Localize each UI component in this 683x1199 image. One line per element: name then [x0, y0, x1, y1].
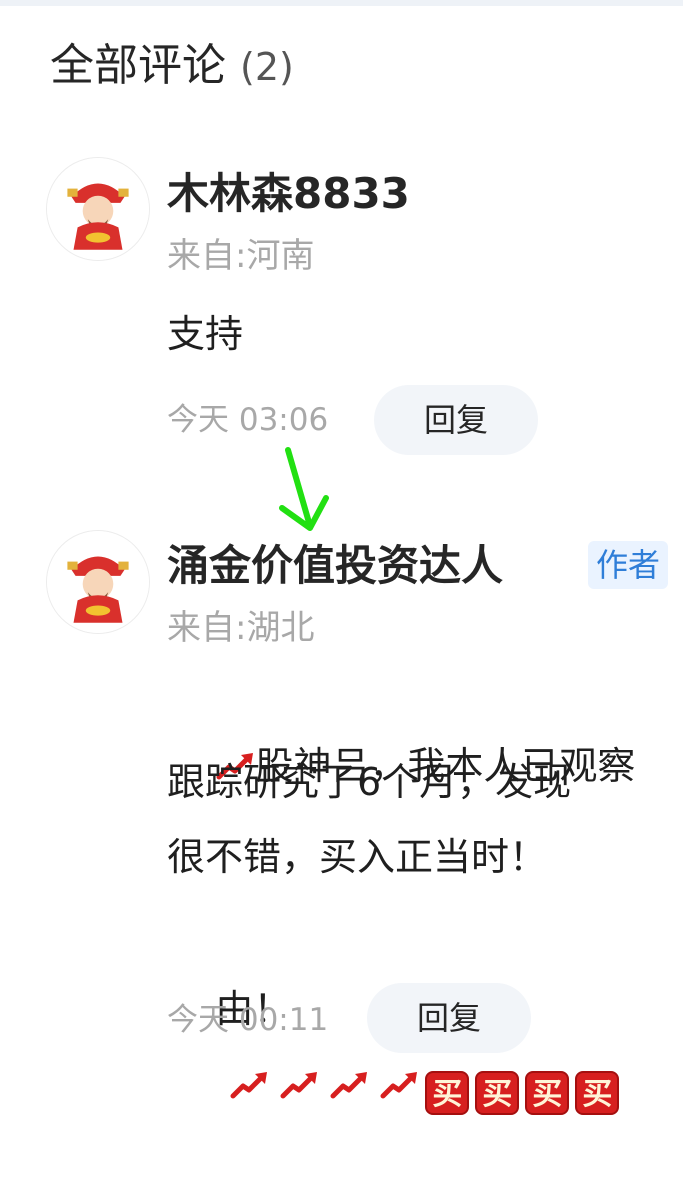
comment-text: 支持	[167, 312, 244, 356]
trend-up-icon	[280, 1072, 318, 1099]
author-badge: 作者	[588, 541, 669, 589]
comment-author[interactable]: 涌金价值投资达人	[167, 538, 503, 594]
trend-up-icon	[230, 1072, 268, 1099]
buy-sticker-icon: 买	[525, 1071, 570, 1115]
comments-title: 全部评论	[50, 40, 226, 91]
trend-up-icon	[380, 1072, 418, 1099]
buy-sticker-icon: 买	[425, 1071, 470, 1115]
reply-button[interactable]: 回复	[367, 983, 531, 1053]
trend-up-icon	[330, 1072, 368, 1099]
comment-location: 来自:湖北	[167, 608, 315, 648]
comment-time: 今天 03:06	[167, 402, 329, 438]
caishen-avatar-icon	[47, 531, 149, 633]
avatar[interactable]	[46, 157, 150, 261]
buy-sticker-icon: 买	[475, 1071, 520, 1115]
comment-author[interactable]: 木林森8833	[167, 166, 410, 222]
comment-time: 今天 00:11	[167, 1002, 329, 1038]
caishen-avatar-icon	[47, 158, 149, 260]
reply-button[interactable]: 回复	[374, 385, 538, 455]
comment-text-line: 很不错，买入正当时！	[167, 835, 548, 879]
buy-sticker-icon: 买	[575, 1071, 620, 1115]
comment-location: 来自:河南	[167, 236, 315, 276]
comment-text-line: 跟踪研究了6个月，发现	[167, 760, 572, 804]
avatar[interactable]	[46, 530, 150, 634]
comments-count: (2)	[240, 45, 294, 89]
arrow-down-annotation	[279, 447, 329, 531]
comments-header: 全部评论 (2)	[50, 34, 294, 99]
top-divider	[0, 0, 683, 6]
